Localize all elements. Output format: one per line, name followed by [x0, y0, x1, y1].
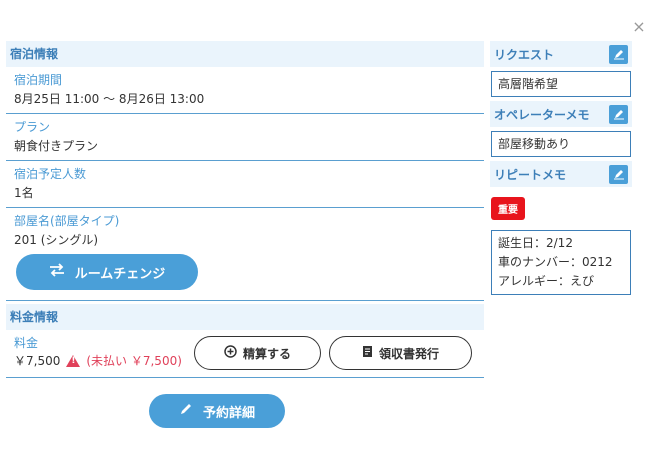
room-field: 部屋名(部屋タイプ) 201 (シングル) ルームチェンジ: [6, 208, 484, 301]
receipt-icon: [362, 345, 373, 361]
plan-label: プラン: [14, 120, 51, 134]
plus-circle-icon: [224, 345, 237, 361]
guests-field: 宿泊予定人数 1名: [6, 161, 484, 208]
fee-field: 料金 ￥7,500 (未払い ￥7,500) 精算する 領収書発行: [6, 330, 484, 378]
room-value: 201 (シングル): [14, 233, 99, 247]
request-memo: 高層階希望: [491, 71, 631, 97]
unpaid-text: (未払い ￥7,500): [86, 354, 182, 368]
stay-period-value: 8月25日 11:00 〜 8月26日 13:00: [14, 92, 205, 106]
operator-memo-header: オペレーターメモ: [490, 101, 632, 127]
close-icon[interactable]: ×: [630, 18, 648, 36]
request-title: リクエスト: [494, 47, 555, 62]
edit-request-icon[interactable]: [609, 44, 628, 64]
room-label: 部屋名(部屋タイプ): [14, 214, 120, 228]
fee-amount: ￥7,500: [14, 354, 61, 368]
room-change-label: ルームチェンジ: [74, 266, 166, 282]
stay-period-label: 宿泊期間: [14, 73, 63, 87]
operator-memo-title: オペレーターメモ: [494, 107, 590, 122]
plan-value: 朝食付きプラン: [14, 139, 99, 153]
warning-icon: [66, 354, 81, 367]
repeat-memo-line: 車のナンバー：0212: [498, 255, 613, 269]
operator-memo: 部屋移動あり: [491, 131, 631, 157]
settle-button[interactable]: 精算する: [194, 336, 321, 370]
request-header: リクエスト: [490, 41, 632, 67]
reservation-detail-label: 予約詳細: [202, 405, 255, 421]
edit-repeat-memo-icon[interactable]: [609, 164, 628, 184]
repeat-memo-line: 誕生日：2/12: [498, 236, 573, 250]
settle-label: 精算する: [242, 346, 291, 361]
stay-period-field: 宿泊期間 8月25日 11:00 〜 8月26日 13:00: [6, 67, 484, 114]
fee-info-header: 料金情報: [6, 304, 484, 330]
edit-operator-memo-icon[interactable]: [609, 104, 628, 124]
guests-value: 1名: [14, 186, 34, 200]
repeat-memo-title: リピートメモ: [494, 167, 567, 182]
receipt-button[interactable]: 領収書発行: [329, 336, 472, 370]
reservation-detail-button[interactable]: 予約詳細: [149, 394, 285, 428]
receipt-label: 領収書発行: [378, 346, 439, 361]
repeat-memo-header: リピートメモ: [490, 161, 632, 187]
plan-field: プラン 朝食付きプラン: [6, 114, 484, 161]
stay-info-header: 宿泊情報: [6, 41, 484, 67]
memo-panel: リクエスト 高層階希望 オペレーターメモ 部屋移動あり リピートメモ 重要 誕生…: [490, 41, 632, 299]
guests-label: 宿泊予定人数: [14, 167, 87, 181]
room-change-button[interactable]: ルームチェンジ: [16, 254, 198, 290]
repeat-memo-line: アレルギー：えび: [498, 274, 595, 288]
pencil-icon: [179, 402, 193, 420]
important-badge: 重要: [491, 197, 525, 220]
left-panel: 宿泊情報 宿泊期間 8月25日 11:00 〜 8月26日 13:00 プラン …: [6, 41, 484, 378]
swap-arrows-icon: [49, 263, 65, 281]
repeat-memo: 誕生日：2/12 車のナンバー：0212 アレルギー：えび: [491, 230, 631, 295]
